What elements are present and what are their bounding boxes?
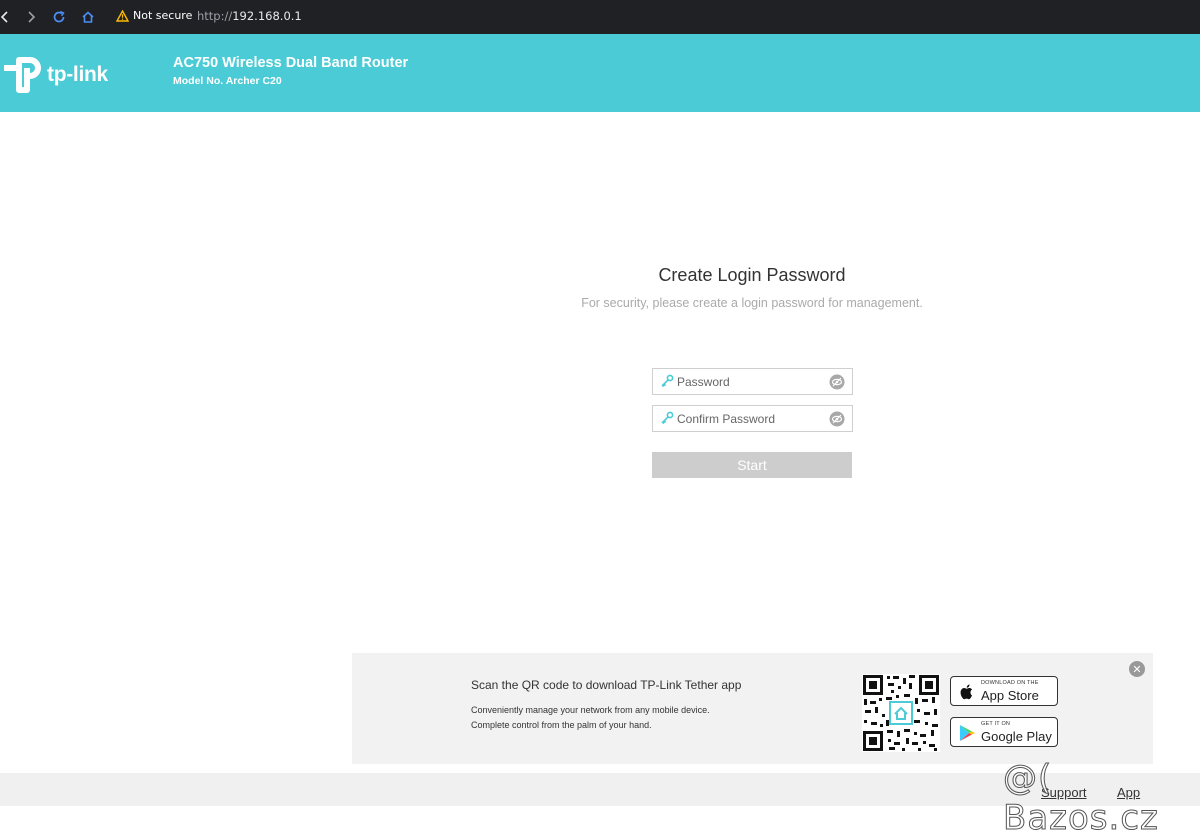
url-host: 192.168.0.1 — [232, 9, 302, 23]
product-title: AC750 Wireless Dual Band Router — [173, 55, 409, 71]
password-input[interactable] — [677, 369, 827, 394]
password-field[interactable] — [652, 368, 853, 395]
google-play-icon — [960, 725, 975, 741]
app-store-label: App Store — [981, 688, 1039, 703]
forward-icon[interactable] — [20, 6, 42, 28]
confirm-password-field[interactable] — [652, 405, 853, 432]
start-button[interactable]: Start — [652, 452, 852, 478]
close-banner-icon[interactable]: ✕ — [1129, 661, 1145, 677]
tether-title: Scan the QR code to download TP-Link Tet… — [471, 678, 742, 692]
show-password-icon[interactable] — [829, 411, 845, 432]
page-subtitle: For security, please create a login pass… — [581, 296, 923, 310]
tether-description-line1: Conveniently manage your network from an… — [471, 705, 710, 715]
key-icon — [660, 411, 674, 430]
browser-toolbar: Not secure http://192.168.0.1 — [0, 0, 1200, 34]
google-play-label: Google Play — [981, 729, 1052, 744]
google-play-small-text: GET IT ON — [981, 721, 1011, 727]
qr-code — [862, 674, 940, 752]
logo-text: tp-link — [47, 63, 108, 86]
confirm-password-input[interactable] — [677, 406, 827, 431]
show-password-icon[interactable] — [829, 374, 845, 395]
url-scheme: http:// — [197, 9, 233, 23]
reload-icon[interactable] — [48, 6, 70, 28]
model-number: Model No. Archer C20 — [173, 75, 282, 87]
apple-icon — [960, 684, 973, 700]
address-bar[interactable]: http://192.168.0.1 — [197, 9, 302, 23]
page-title: Create Login Password — [658, 265, 846, 285]
tplink-logo: tp-link — [4, 55, 108, 95]
bazos-watermark: @( Bazos.cz — [1003, 758, 1159, 838]
tether-description-line2: Complete control from the palm of your h… — [471, 720, 652, 730]
app-store-badge[interactable]: DOWNLOAD ON THE App Store — [950, 676, 1058, 706]
back-icon[interactable] — [0, 6, 16, 28]
home-icon[interactable] — [77, 6, 99, 28]
tether-app-banner: Scan the QR code to download TP-Link Tet… — [352, 653, 1153, 764]
security-label: Not secure — [133, 9, 193, 22]
tplink-logo-icon — [4, 57, 41, 93]
google-play-badge[interactable]: GET IT ON Google Play — [950, 717, 1058, 747]
app-store-small-text: DOWNLOAD ON THE — [981, 680, 1039, 686]
router-header: tp-link AC750 Wireless Dual Band Router … — [0, 34, 1200, 112]
warning-icon — [116, 9, 129, 22]
security-indicator[interactable]: Not secure — [116, 9, 192, 22]
key-icon — [660, 374, 674, 393]
